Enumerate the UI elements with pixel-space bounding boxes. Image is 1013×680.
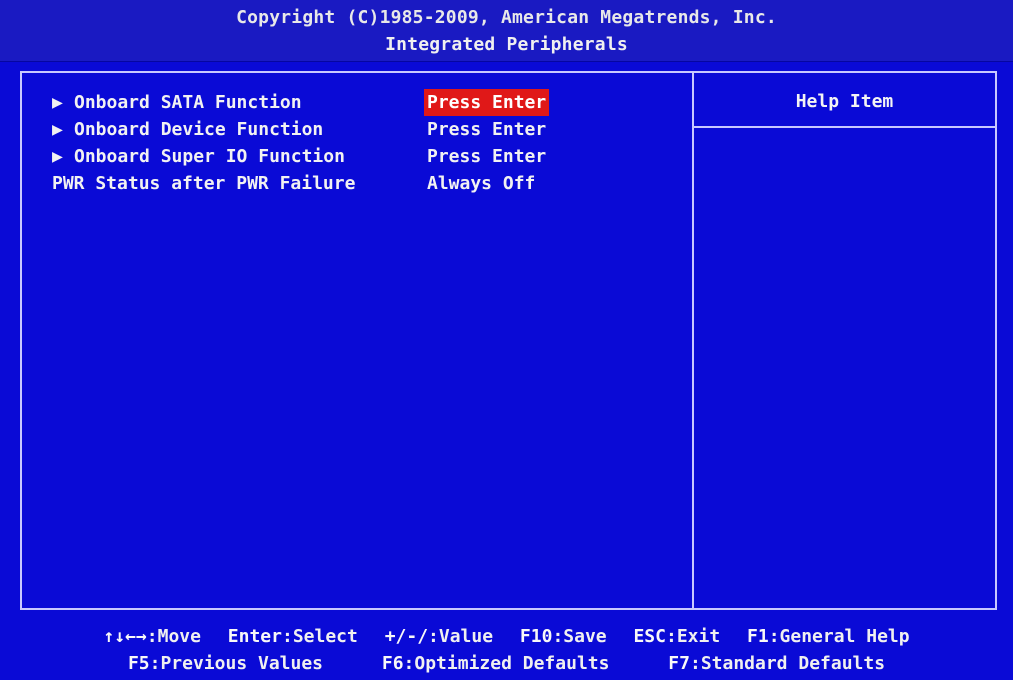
key-exit: ESC:Exit <box>633 626 721 647</box>
key-move: ↑↓←→:Move <box>103 626 201 647</box>
panel-divider <box>692 73 694 608</box>
key-previous-values: F5:Previous Values <box>127 653 324 674</box>
page-title: Integrated Peripherals <box>385 34 628 55</box>
key-optimized-defaults: F6:Optimized Defaults <box>381 653 610 674</box>
key-legend-line-2: F5:Previous Values F6:Optimized Defaults… <box>0 653 1013 674</box>
key-value: +/-/:Value <box>384 626 494 647</box>
menu-item-pwr-status[interactable]: PWR Status after PWR Failure Always Off <box>52 170 672 197</box>
bios-screen: Copyright (C)1985-2009, American Megatre… <box>0 0 1013 680</box>
key-general-help: F1:General Help <box>747 626 910 647</box>
key-legend-line-1: ↑↓←→:Move Enter:Select +/-/:Value F10:Sa… <box>0 626 1013 647</box>
key-standard-defaults: F7:Standard Defaults <box>668 653 886 674</box>
menu-item-onboard-sata[interactable]: ▶ Onboard SATA Function Press Enter <box>52 89 672 116</box>
menu-item-label: Onboard SATA Function <box>74 92 302 113</box>
bios-header: Copyright (C)1985-2009, American Megatre… <box>0 0 1013 62</box>
help-divider <box>694 126 995 128</box>
menu-item-onboard-device[interactable]: ▶ Onboard Device Function Press Enter <box>52 116 672 143</box>
menu-item-label: Onboard Super IO Function <box>74 146 345 167</box>
menu-item-value[interactable]: Always Off <box>424 170 538 197</box>
menu-item-value[interactable]: Press Enter <box>424 89 550 116</box>
menu-item-value[interactable]: Press Enter <box>424 143 549 170</box>
help-title: Help Item <box>795 91 894 112</box>
copyright-text: Copyright (C)1985-2009, American Megatre… <box>236 7 777 28</box>
key-legend: ↑↓←→:Move Enter:Select +/-/:Value F10:Sa… <box>0 620 1013 680</box>
triangle-right-icon: ▶ <box>52 92 63 113</box>
menu-item-value[interactable]: Press Enter <box>424 116 549 143</box>
key-select: Enter:Select <box>227 626 358 647</box>
triangle-right-icon: ▶ <box>52 119 63 140</box>
menu-item-label: PWR Status after PWR Failure <box>52 173 356 194</box>
menu-item-label: Onboard Device Function <box>74 119 324 140</box>
menu-item-onboard-super-io[interactable]: ▶ Onboard Super IO Function Press Enter <box>52 143 672 170</box>
main-frame: ▶ Onboard SATA Function Press Enter ▶ Onbo… <box>20 71 997 610</box>
key-save: F10:Save <box>519 626 607 647</box>
settings-menu: ▶ Onboard SATA Function Press Enter ▶ Onbo… <box>52 89 672 197</box>
triangle-right-icon: ▶ <box>52 146 63 167</box>
